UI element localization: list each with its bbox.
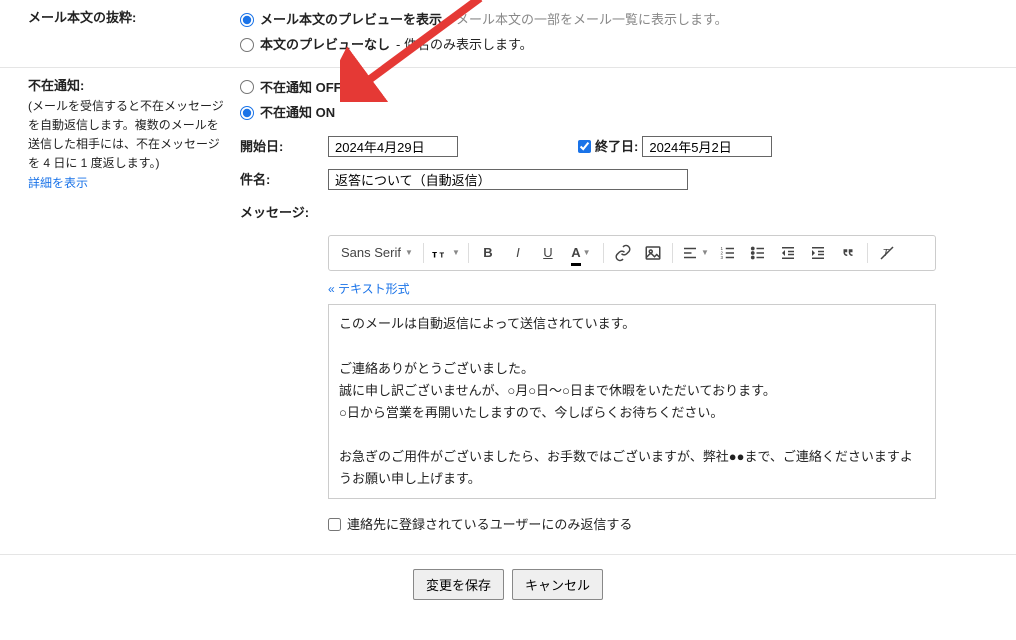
chevron-down-icon: ▼	[405, 246, 413, 260]
contacts-only-checkbox[interactable]	[328, 518, 341, 531]
plain-text-link[interactable]: « テキスト形式	[328, 279, 410, 301]
end-date-label: 終了日:	[595, 135, 638, 158]
vacation-desc: (メールを受信すると不在メッセージを自動返信します。複数のメールを送信した相手に…	[28, 97, 230, 174]
numbered-list-button[interactable]: 123	[715, 240, 741, 266]
vacation-on-option[interactable]: 不在通知 ON	[240, 101, 996, 124]
snippet-no-preview-option[interactable]: 本文のプレビューなし - 件名のみ表示します。	[240, 33, 996, 56]
underline-button[interactable]: U	[535, 240, 561, 266]
subject-label: 件名:	[240, 168, 328, 191]
bullet-list-button[interactable]	[745, 240, 771, 266]
link-button[interactable]	[610, 240, 636, 266]
editor-toolbar: Sans Serif ▼ тT ▼ B I U A	[328, 235, 936, 271]
remove-format-button[interactable]: T	[874, 240, 900, 266]
vacation-off-option[interactable]: 不在通知 OFF	[240, 76, 996, 99]
align-button[interactable]: ▼	[679, 240, 711, 266]
contacts-only-option[interactable]: 連絡先に登録されているユーザーにのみ返信する	[328, 513, 996, 536]
text-color-button[interactable]: A ▼	[565, 240, 597, 266]
start-date-label: 開始日:	[240, 135, 328, 158]
snippet-no-preview-radio[interactable]	[240, 38, 254, 52]
message-body-editor[interactable]: このメールは自動返信によって送信されています。 ご連絡ありがとうございました。 …	[328, 304, 936, 499]
snippet-show-preview-option[interactable]: メール本文のプレビューを表示 - メール本文の一部をメール一覧に表示します。	[240, 8, 996, 31]
font-size-button[interactable]: тT ▼	[430, 240, 462, 266]
snippet-title: メール本文の抜粋:	[28, 10, 136, 25]
snippet-show-preview-radio[interactable]	[240, 13, 254, 27]
subject-input[interactable]	[328, 169, 688, 190]
svg-text:т: т	[432, 248, 437, 260]
indent-more-button[interactable]	[805, 240, 831, 266]
save-button[interactable]: 変更を保存	[413, 569, 504, 600]
image-button[interactable]	[640, 240, 666, 266]
chevron-down-icon: ▼	[583, 246, 591, 260]
start-date-input[interactable]	[328, 136, 458, 157]
italic-button[interactable]: I	[505, 240, 531, 266]
learn-more-link[interactable]: 詳細を表示	[28, 176, 88, 190]
row-vacation: 不在通知: (メールを受信すると不在メッセージを自動返信します。複数のメールを送…	[0, 68, 1016, 545]
indent-less-button[interactable]	[775, 240, 801, 266]
end-date-checkbox[interactable]	[578, 140, 591, 153]
quote-button[interactable]	[835, 240, 861, 266]
button-row: 変更を保存 キャンセル	[0, 554, 1016, 640]
end-date-input[interactable]	[642, 136, 772, 157]
vacation-off-radio[interactable]	[240, 80, 254, 94]
vacation-on-radio[interactable]	[240, 106, 254, 120]
svg-text:T: T	[439, 250, 444, 259]
bold-button[interactable]: B	[475, 240, 501, 266]
cancel-button[interactable]: キャンセル	[512, 569, 603, 600]
font-family-select[interactable]: Sans Serif ▼	[337, 241, 417, 264]
svg-text:3: 3	[720, 255, 723, 260]
vacation-title: 不在通知:	[28, 76, 230, 97]
row-snippet: メール本文の抜粋: メール本文のプレビューを表示 - メール本文の一部をメール一…	[0, 0, 1016, 68]
chevron-down-icon: ▼	[452, 246, 460, 260]
message-label: メッセージ:	[240, 201, 328, 224]
chevron-down-icon: ▼	[701, 246, 709, 260]
